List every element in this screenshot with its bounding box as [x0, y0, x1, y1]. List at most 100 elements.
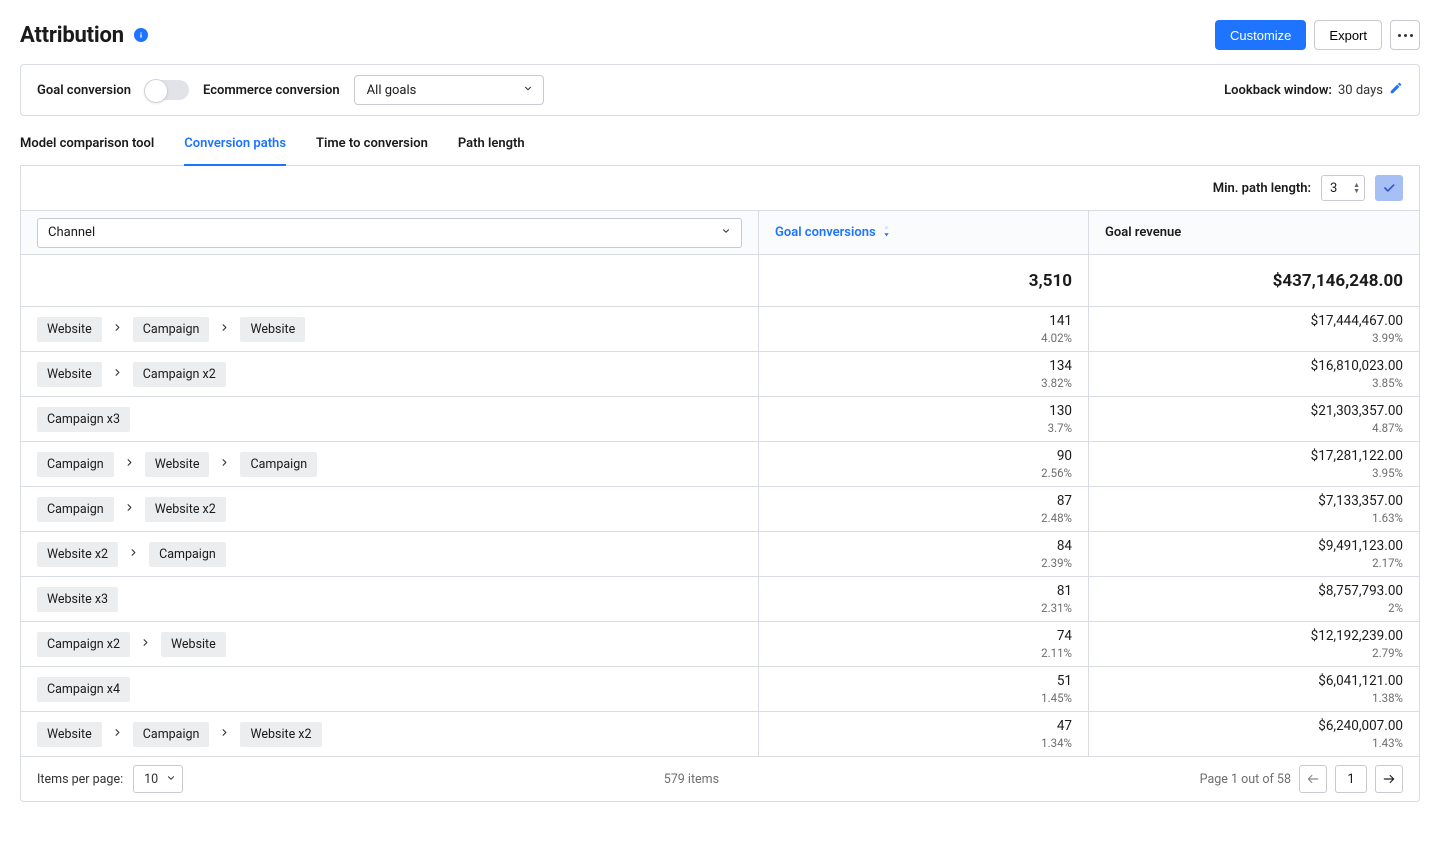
conversions-cell: 902.56%	[759, 442, 1089, 486]
chevron-down-icon	[166, 772, 176, 787]
goal-select[interactable]: All goals	[354, 75, 544, 105]
ecommerce-toggle[interactable]	[145, 80, 189, 100]
path-chip: Campaign	[133, 317, 210, 342]
page-title: Attribution	[20, 23, 124, 48]
edit-icon[interactable]	[1389, 81, 1403, 99]
revenue-cell: $16,810,023.003.85%	[1089, 352, 1419, 396]
chevron-right-icon	[112, 727, 123, 741]
path-cell: Campaign x4	[21, 667, 759, 711]
path-chip: Campaign	[240, 452, 317, 477]
totals-spacer	[21, 255, 759, 306]
path-cell: WebsiteCampaign x2	[21, 352, 759, 396]
revenue-cell: $17,444,467.003.99%	[1089, 307, 1419, 351]
conversions-pct: 2.48%	[1041, 511, 1072, 525]
table-row: Campaign x4 51 1.45% $6,041,121.001.38%	[21, 667, 1419, 712]
path-chip: Campaign	[37, 452, 114, 477]
export-button[interactable]: Export	[1314, 20, 1382, 50]
revenue-value: $17,281,122.00	[1311, 448, 1403, 464]
table-row: CampaignWebsite x2872.48%$7,133,357.001.…	[21, 487, 1419, 532]
conversions-value: 81	[1057, 583, 1072, 599]
table-row: Campaign x2 Website 742.11%$12,192,239.002…	[21, 622, 1419, 667]
tab-path-length[interactable]: Path length	[458, 136, 525, 165]
conversions-value: 74	[1057, 628, 1072, 644]
revenue-cell: $6,240,007.001.43%	[1089, 712, 1419, 756]
page-number-input[interactable]: 1	[1335, 765, 1367, 793]
conversions-value: 141	[1049, 313, 1072, 329]
path-cell: Website x3	[21, 577, 759, 621]
table-row: WebsiteCampaignWebsite1414.02%$17,444,46…	[21, 307, 1419, 352]
revenue-value: $8,757,793.00	[1318, 583, 1403, 599]
tab-time-to-conversion[interactable]: Time to conversion	[316, 136, 428, 165]
prev-page-button[interactable]	[1299, 765, 1327, 793]
customize-button[interactable]: Customize	[1215, 20, 1306, 50]
conversions-value: 47	[1057, 718, 1072, 734]
path-chip: Website	[37, 317, 102, 342]
revenue-cell: $6,041,121.001.38%	[1089, 667, 1419, 711]
conversions-pct: 3.7%	[1048, 421, 1072, 435]
conversions-cell: 872.48%	[759, 487, 1089, 531]
revenue-pct: 4.87%	[1372, 421, 1403, 435]
chevron-right-icon	[124, 457, 135, 471]
path-cell: CampaignWebsiteCampaign	[21, 442, 759, 486]
items-per-page-label: Items per page:	[37, 772, 123, 787]
conversions-value: 51	[1057, 673, 1072, 689]
table-row: CampaignWebsiteCampaign902.56% $17,281,12…	[21, 442, 1419, 487]
goal-select-value: All goals	[367, 83, 417, 98]
path-chip: Campaign x2	[37, 632, 130, 657]
revenue-value: $12,192,239.00	[1311, 628, 1403, 644]
path-chip: Campaign x2	[133, 362, 226, 387]
channel-select-value: Channel	[48, 225, 95, 240]
revenue-pct: 2.17%	[1372, 556, 1403, 570]
goal-conversion-label: Goal conversion	[37, 83, 131, 98]
conversions-cell: 812.31%	[759, 577, 1089, 621]
path-chip: Website x2	[145, 497, 226, 522]
revenue-value: $6,041,121.00	[1318, 673, 1403, 689]
path-cell: Website x2 Campaign	[21, 532, 759, 576]
apply-min-path-button[interactable]	[1375, 175, 1403, 201]
path-chip: Website	[161, 632, 226, 657]
min-path-value: 3	[1330, 181, 1337, 196]
table-row: Website x3812.31%$8,757,793.002%	[21, 577, 1419, 622]
conversions-value: 130	[1049, 403, 1072, 419]
conversions-column-header[interactable]: Goal conversions	[775, 225, 891, 241]
next-page-button[interactable]	[1375, 765, 1403, 793]
revenue-column-header[interactable]: Goal revenue	[1105, 225, 1181, 240]
chevron-right-icon	[140, 637, 151, 651]
path-chip: Website x3	[37, 587, 118, 612]
path-chip: Campaign	[149, 542, 226, 567]
table-row: WebsiteCampaignWebsite x2471.34%$6,240,0…	[21, 712, 1419, 757]
revenue-value: $17,444,467.00	[1311, 313, 1403, 329]
path-cell: WebsiteCampaignWebsite	[21, 307, 759, 351]
items-per-page-select[interactable]: 10	[133, 765, 183, 793]
conversions-pct: 1.45%	[1041, 691, 1072, 705]
revenue-cell: $12,192,239.002.79%	[1089, 622, 1419, 666]
revenue-cell: $21,303,357.004.87%	[1089, 397, 1419, 441]
conversions-cell: 130 3.7%	[759, 397, 1089, 441]
min-path-label: Min. path length:	[1213, 181, 1311, 196]
info-icon[interactable]	[134, 28, 148, 42]
number-spinner-icon[interactable]: ▲▼	[1353, 182, 1360, 194]
items-count: 579 items	[664, 772, 719, 787]
path-cell: CampaignWebsite x2	[21, 487, 759, 531]
channel-dimension-select[interactable]: Channel	[37, 218, 742, 248]
conversions-cell: 471.34%	[759, 712, 1089, 756]
path-cell: Campaign x2 Website	[21, 622, 759, 666]
chevron-right-icon	[219, 727, 230, 741]
chevron-right-icon	[219, 322, 230, 336]
revenue-cell: $9,491,123.002.17%	[1089, 532, 1419, 576]
table-row: Campaign x3 130 3.7% $21,303,357.004.87%	[21, 397, 1419, 442]
path-chip: Campaign x3	[37, 407, 130, 432]
conversions-value: 90	[1057, 448, 1072, 464]
sort-indicator-icon	[882, 225, 891, 241]
conversions-value: 134	[1049, 358, 1072, 374]
more-menu-button[interactable]	[1390, 20, 1420, 50]
chevron-right-icon	[128, 547, 139, 561]
tab-model-comparison[interactable]: Model comparison tool	[20, 136, 154, 165]
conversions-cell: 742.11%	[759, 622, 1089, 666]
chevron-right-icon	[112, 367, 123, 381]
min-path-input[interactable]: 3 ▲▼	[1321, 175, 1365, 201]
lookback-value: 30 days	[1338, 83, 1383, 98]
more-icon	[1398, 34, 1413, 37]
tab-conversion-paths[interactable]: Conversion paths	[184, 136, 286, 165]
path-chip: Website x2	[37, 542, 118, 567]
